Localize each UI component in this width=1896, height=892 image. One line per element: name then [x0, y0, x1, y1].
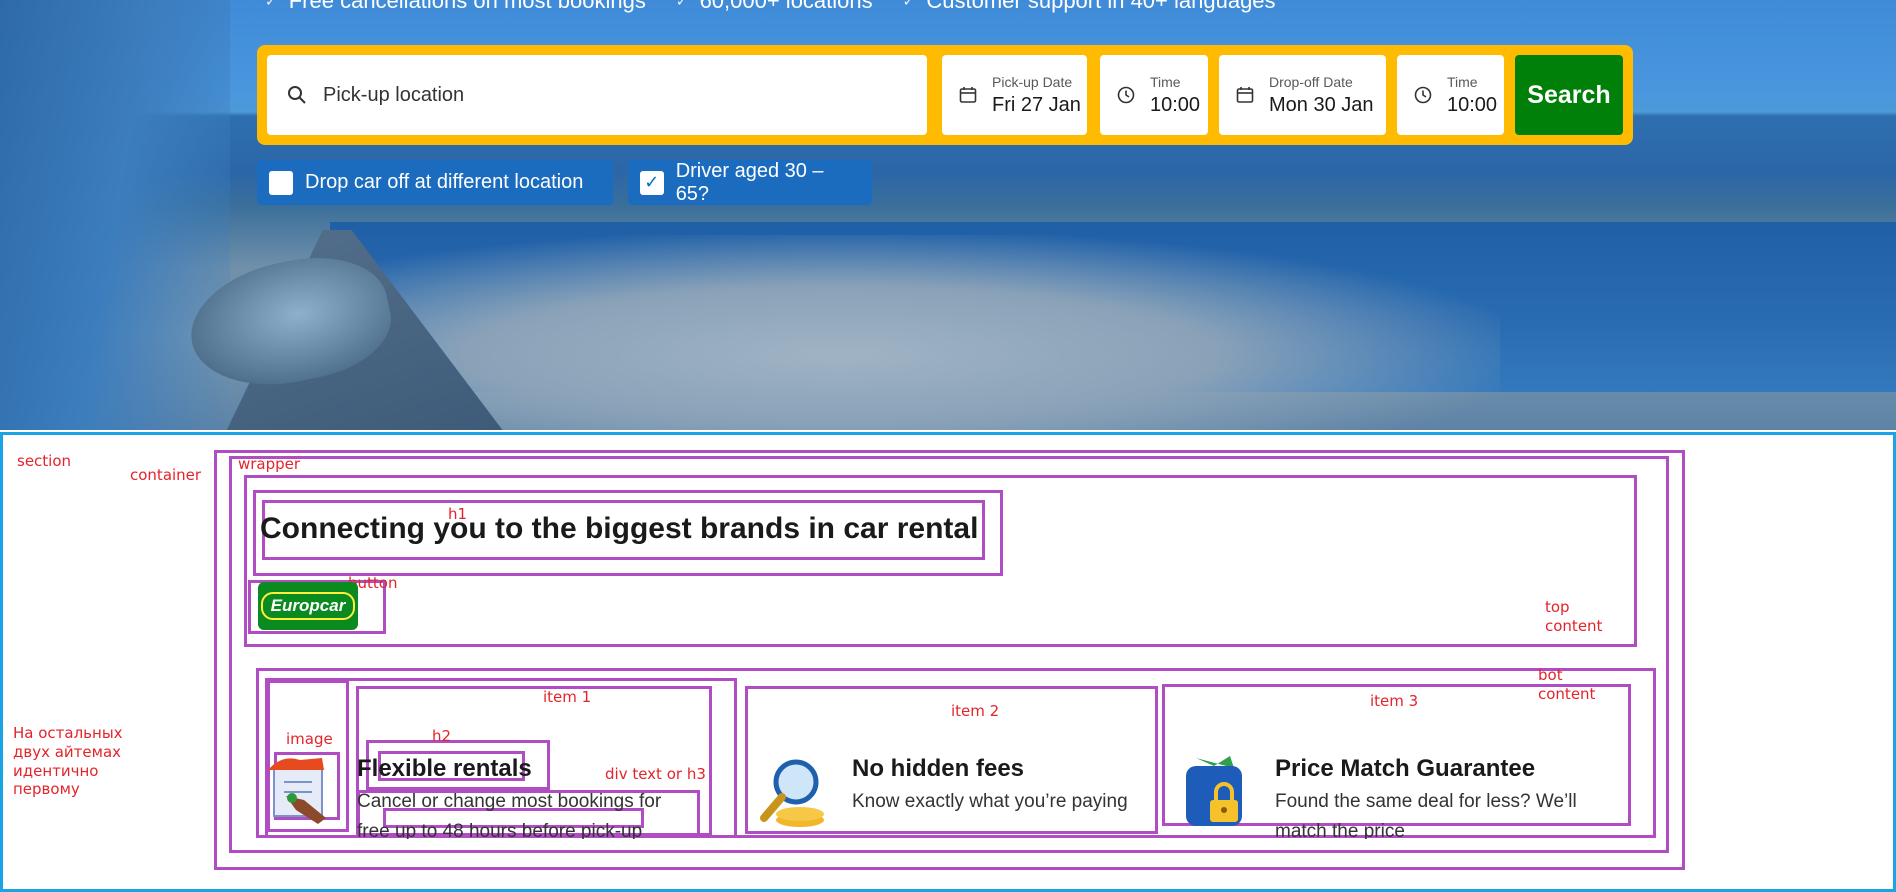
annotation-container: container — [130, 466, 202, 484]
hero-banner: ✓ Free cancellations on most bookings ✓ 60… — [0, 0, 1896, 430]
magnifier-coins-illustration — [750, 752, 830, 837]
checkmark-icon: ✓ — [675, 0, 688, 9]
checkbox-checked-icon[interactable]: ✓ — [640, 170, 664, 195]
item-text: Cancel or change most bookings for free … — [357, 791, 662, 839]
pickup-date-value: Fri 27 Jan — [992, 93, 1081, 116]
dropoff-date-field[interactable]: Drop-off Date Mon 30 Jan — [1219, 55, 1386, 135]
checkmark-icon: ✓ — [265, 0, 277, 9]
item-title: No hidden fees — [852, 755, 1025, 782]
driver-age-label: Driver aged 30 – 65? — [675, 159, 824, 205]
benefits-list: ✓ Free cancellations on most bookings ✓ 60… — [265, 0, 1276, 14]
pickup-date-field[interactable]: Pick-up Date Fri 27 Jan — [942, 55, 1087, 135]
annotation-top-content: top content — [1545, 598, 1603, 635]
search-icon — [285, 85, 309, 105]
pickup-location-placeholder: Pick-up location — [323, 83, 465, 106]
checkmark-icon: ✓ — [902, 0, 915, 9]
pickup-date-label: Pick-up Date — [992, 73, 1073, 90]
annotation-item3: item 3 — [1370, 692, 1419, 710]
item-text: Found the same deal for less? We’ll matc… — [1275, 791, 1577, 839]
annotation-wrapper: wrapper — [238, 455, 301, 473]
driver-age-option[interactable]: ✓ Driver aged 30 – 65? — [628, 160, 872, 205]
annotation-image: image — [286, 730, 333, 748]
checkbox-unchecked[interactable] — [269, 170, 293, 195]
item-text: Know exactly what you’re paying — [852, 791, 1128, 812]
calendar-icon — [1233, 86, 1257, 104]
dropoff-time-field[interactable]: Time 10:00 — [1397, 55, 1504, 135]
annotation-div-text: div text or h3 — [605, 765, 706, 783]
dropoff-date-label: Drop-off Date — [1269, 73, 1353, 90]
clock-icon — [1114, 86, 1138, 104]
dropoff-date-value: Mon 30 Jan — [1269, 93, 1374, 116]
benefit-item: ✓ Customer support in 40+ languages — [903, 0, 1276, 14]
benefit-item: ✓ Free cancellations on most bookings — [265, 0, 646, 14]
different-location-option[interactable]: Drop car off at different location — [257, 160, 613, 205]
benefit-item: ✓ 60,000+ locations — [676, 0, 873, 14]
pickup-location-field[interactable]: Pick-up location — [267, 55, 927, 135]
search-button[interactable]: Search — [1515, 55, 1623, 135]
section-heading: Connecting you to the biggest brands in … — [260, 512, 979, 545]
annotation-h2: h2 — [432, 727, 452, 745]
europcar-logo: Europcar — [260, 592, 356, 620]
pickup-time-field[interactable]: Time 10:00 — [1100, 55, 1208, 135]
clock-icon — [1411, 86, 1435, 104]
calendar-icon — [956, 86, 980, 104]
dropoff-time-value: 10:00 — [1447, 93, 1498, 116]
annotation-item2: item 2 — [951, 702, 1000, 720]
europcar-brand-button[interactable]: Europcar — [258, 582, 358, 630]
annotation-item1: item 1 — [543, 688, 592, 706]
pickup-time-value: 10:00 — [1150, 93, 1201, 116]
pickup-time-label: Time — [1150, 73, 1181, 90]
flexible-rentals-illustration — [262, 752, 342, 835]
car-frame-background — [0, 0, 230, 430]
item-title: Flexible rentals — [357, 755, 532, 782]
dropoff-time-label: Time — [1447, 73, 1478, 90]
annotation-bot-content: bot content — [1538, 666, 1596, 703]
search-bar: Pick-up location Pick-up Date Fri 27 Jan … — [257, 45, 1633, 145]
item-title: Price Match Guarantee — [1275, 755, 1536, 782]
annotation-section: section — [17, 452, 72, 470]
annotation-note: На остальных двух айтемах идентично перв… — [13, 724, 123, 799]
different-location-label: Drop car off at different location — [305, 171, 584, 193]
wallet-lock-illustration — [1180, 752, 1250, 835]
